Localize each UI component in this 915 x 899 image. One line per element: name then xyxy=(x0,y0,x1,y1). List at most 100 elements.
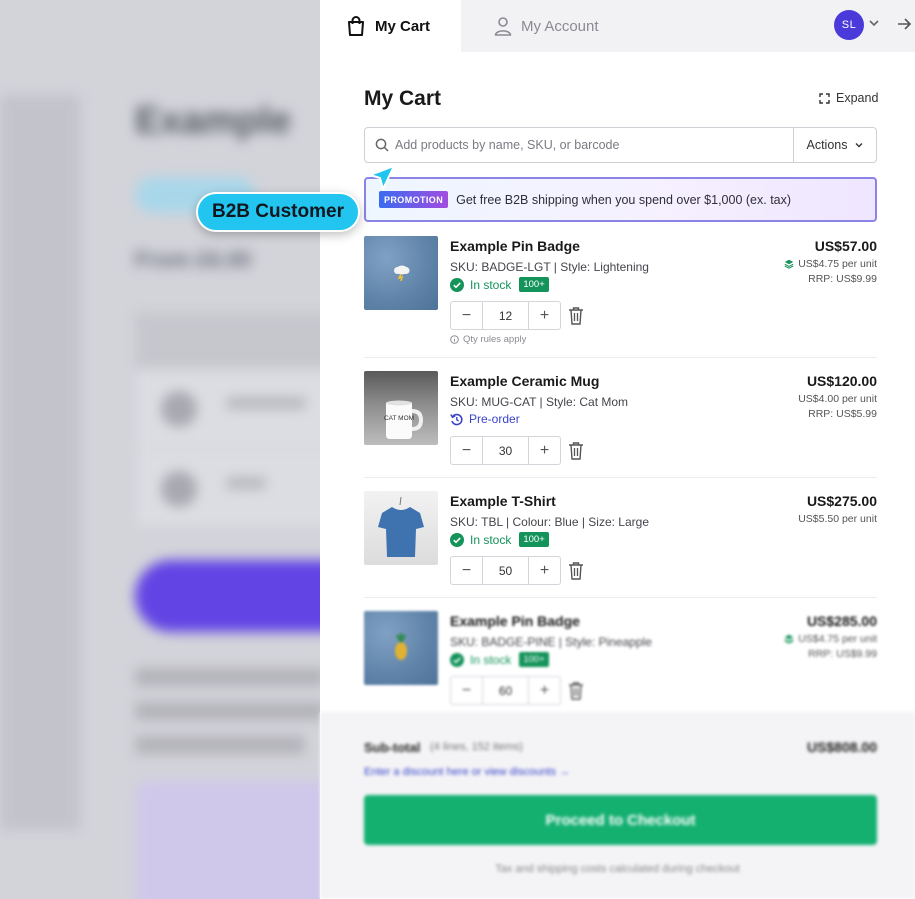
actions-label: Actions xyxy=(806,138,848,152)
tab-bar: My Cart My Account SL xyxy=(320,0,915,52)
product-name[interactable]: Example Ceramic Mug xyxy=(450,373,599,389)
product-sku: SKU: BADGE-PINE | Style: Pineapple xyxy=(450,635,652,649)
background-page: Example From £6.00 xyxy=(0,0,330,899)
background-card xyxy=(135,780,330,899)
pin-badge-image xyxy=(395,633,407,660)
b2b-customer-label: B2B Customer xyxy=(196,192,360,232)
stock-status: In stock 100+ xyxy=(450,532,549,547)
qty-rules-note[interactable]: Qty rules apply xyxy=(450,334,526,345)
rrp: RRP: US$5.99 xyxy=(808,408,877,420)
rrp: RRP: US$9.99 xyxy=(808,648,877,660)
stock-label: In stock xyxy=(470,652,512,667)
page-title: My Cart xyxy=(364,87,442,110)
mug-print: CAT MOM xyxy=(384,415,414,422)
info-icon xyxy=(450,335,459,344)
increase-button[interactable]: + xyxy=(529,302,560,329)
quantity-value[interactable]: 12 xyxy=(482,302,529,329)
user-icon xyxy=(494,17,512,36)
stock-count-badge: 100+ xyxy=(519,277,549,292)
increase-button[interactable]: + xyxy=(529,677,560,704)
checkout-note: Tax and shipping costs calculated during… xyxy=(495,863,740,875)
quantity-value[interactable]: 50 xyxy=(482,557,529,584)
product-image[interactable] xyxy=(364,491,438,565)
search-input[interactable] xyxy=(395,138,785,152)
subtotal-value: US$808.00 xyxy=(806,739,877,755)
quantity-stepper: − 30 + xyxy=(450,436,561,465)
line-price: US$120.00 xyxy=(806,373,877,389)
divider xyxy=(364,357,877,358)
stock-label: Pre-order xyxy=(469,412,520,426)
product-name[interactable]: Example Pin Badge xyxy=(450,238,580,254)
cart-item: CAT MOM Example Ceramic Mug SKU: MUG-CAT… xyxy=(364,371,877,491)
promotion-banner: PROMOTION Get free B2B shipping when you… xyxy=(364,177,877,222)
product-search: Actions xyxy=(364,127,877,163)
price-tier-icon xyxy=(784,634,794,644)
avatar[interactable]: SL xyxy=(834,10,864,40)
stock-status: Pre-order xyxy=(450,412,520,426)
background-title: Example xyxy=(135,100,292,142)
product-image[interactable] xyxy=(364,236,438,310)
subtotal-label: Sub-total xyxy=(364,740,421,755)
decrease-button[interactable]: − xyxy=(451,437,482,464)
decrease-button[interactable]: − xyxy=(451,302,482,329)
t-shirt-image xyxy=(378,496,424,557)
arrow-right-icon[interactable] xyxy=(896,15,912,33)
search-icon xyxy=(375,138,389,152)
divider xyxy=(364,597,877,598)
cart-panel: My Cart My Account SL My Cart Expand Add… xyxy=(320,0,915,899)
increase-button[interactable]: + xyxy=(529,557,560,584)
actions-dropdown[interactable]: Actions xyxy=(793,128,876,162)
unit-price-label: US$5.50 per unit xyxy=(798,513,877,525)
cart-footer: Sub-total (4 lines, 152 items) US$808.00… xyxy=(320,712,915,899)
stock-label: In stock xyxy=(470,532,512,547)
background-from-price: From £6.00 xyxy=(135,247,252,272)
history-icon xyxy=(450,413,463,425)
expand-button[interactable]: Expand xyxy=(819,91,878,105)
check-circle-icon xyxy=(450,652,464,667)
discount-link[interactable]: Enter a discount here or view discounts … xyxy=(364,766,570,778)
trash-icon[interactable] xyxy=(568,681,584,700)
product-image[interactable] xyxy=(364,611,438,685)
checkout-button[interactable]: Proceed to Checkout xyxy=(364,795,877,845)
product-sku: SKU: BADGE-LGT | Style: Lightening xyxy=(450,260,649,274)
unit-price: US$4.75 per unit xyxy=(784,258,877,270)
background-table xyxy=(135,312,330,527)
quantity-stepper: − 60 + xyxy=(450,676,561,705)
pin-badge-image xyxy=(394,265,410,282)
expand-icon xyxy=(819,92,830,104)
product-name[interactable]: Example T-Shirt xyxy=(450,493,556,509)
product-sku: SKU: MUG-CAT | Style: Cat Mom xyxy=(450,395,629,409)
line-price: US$57.00 xyxy=(814,238,877,254)
stock-count-badge: 100+ xyxy=(519,532,549,547)
product-name[interactable]: Example Pin Badge xyxy=(450,613,580,629)
stock-status: In stock 100+ xyxy=(450,652,549,667)
quantity-value[interactable]: 60 xyxy=(482,677,529,704)
expand-label: Expand xyxy=(836,91,879,105)
trash-icon[interactable] xyxy=(568,306,584,325)
chevron-down-icon xyxy=(855,143,862,148)
stock-status: In stock 100+ xyxy=(450,277,549,292)
tab-my-account[interactable]: My Account xyxy=(494,0,599,52)
stock-label: In stock xyxy=(470,277,512,292)
background-add-button xyxy=(135,560,330,632)
mug-image: CAT MOM xyxy=(384,400,424,439)
decrease-button[interactable]: − xyxy=(451,677,482,704)
unit-price: US$4.75 per unit xyxy=(784,633,877,645)
product-sku: SKU: TBL | Colour: Blue | Size: Large xyxy=(450,515,649,529)
decrease-button[interactable]: − xyxy=(451,557,482,584)
unit-price-label: US$4.75 per unit xyxy=(798,633,877,645)
unit-price: US$4.00 per unit xyxy=(798,393,877,405)
quantity-stepper: − 12 + xyxy=(450,301,561,330)
tab-my-cart[interactable]: My Cart xyxy=(320,0,461,52)
background-sidebar xyxy=(0,95,80,830)
cart-item: Example Pin Badge SKU: BADGE-LGT | Style… xyxy=(364,236,877,356)
trash-icon[interactable] xyxy=(568,561,584,580)
product-image[interactable]: CAT MOM xyxy=(364,371,438,445)
tab-my-account-label: My Account xyxy=(521,17,599,35)
stock-count-badge: 100+ xyxy=(519,652,549,667)
chevron-down-icon[interactable] xyxy=(868,17,880,29)
trash-icon[interactable] xyxy=(568,441,584,460)
increase-button[interactable]: + xyxy=(529,437,560,464)
quantity-value[interactable]: 30 xyxy=(482,437,529,464)
check-circle-icon xyxy=(450,277,464,292)
